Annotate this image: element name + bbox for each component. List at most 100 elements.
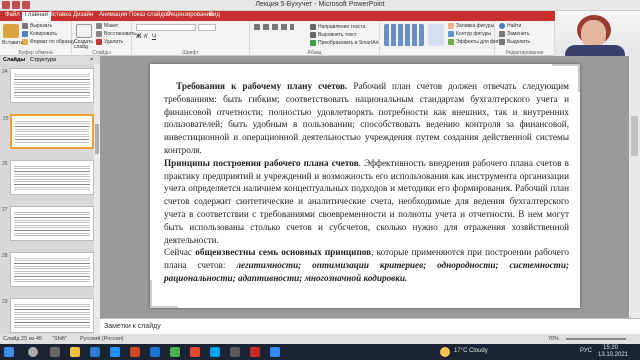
tab-slides[interactable]: Слайды	[3, 57, 25, 63]
search-icon	[499, 23, 505, 29]
search-icon[interactable]	[28, 347, 38, 357]
layout-button[interactable]: Макет	[96, 23, 118, 29]
tab-design[interactable]: Дизайн	[70, 12, 96, 18]
font-size-select[interactable]	[198, 24, 216, 31]
effects-icon	[448, 39, 454, 45]
smartart-button[interactable]: Преобразовать в SmartArt	[310, 40, 379, 46]
close-panel-icon[interactable]: ×	[90, 57, 93, 63]
fill-icon	[448, 23, 454, 29]
zoom-app-icon[interactable]	[270, 347, 280, 357]
underline-button[interactable]: Ч	[152, 34, 156, 40]
drawing-group: Заливка фигуры Контур фигуры Эффекты для…	[380, 21, 504, 56]
clipboard-group: Вырезать Копировать Формат по образцу Вс…	[0, 21, 75, 56]
font-name-select[interactable]	[136, 24, 196, 31]
notes-placeholder: Заметки к слайду	[104, 323, 161, 330]
weather-icon[interactable]	[440, 347, 450, 357]
paste-icon[interactable]	[3, 24, 19, 38]
shapes-gallery[interactable]	[384, 24, 424, 46]
slide-thumbnail[interactable]: 29	[2, 298, 94, 333]
zoom-slider[interactable]	[566, 338, 626, 340]
shape-fill-button[interactable]: Заливка фигуры	[448, 23, 494, 29]
app-icon[interactable]	[190, 347, 200, 357]
taskbar: 17°C Cloudy РУС 15:20 13.10.2021	[0, 344, 640, 360]
mail-icon[interactable]	[90, 347, 100, 357]
replace-icon	[499, 31, 505, 37]
clock-date[interactable]: 13.10.2021	[598, 352, 628, 358]
quick-styles-icon[interactable]	[428, 24, 444, 46]
delete-icon	[96, 39, 102, 45]
presenter-face	[581, 20, 606, 48]
replace-button[interactable]: Заменить	[499, 31, 529, 37]
slide-thumbnail[interactable]: 26	[2, 160, 94, 195]
slides-group: Создать слайд Макет Восстановить Удалить…	[72, 21, 136, 56]
slide-thumbnail[interactable]: 27	[2, 206, 94, 241]
slide-counter: Слайд 25 из 45	[3, 336, 42, 342]
app-icon[interactable]	[210, 347, 220, 357]
shape-outline-button[interactable]: Контур фигуры	[448, 31, 491, 37]
powerpoint-icon[interactable]	[130, 347, 140, 357]
webcam-overlay	[555, 11, 640, 56]
tab-outline[interactable]: Структура	[30, 57, 56, 63]
input-language[interactable]: РУС	[580, 348, 592, 354]
list-buttons[interactable]	[254, 24, 294, 30]
reset-button[interactable]: Восстановить	[96, 31, 136, 37]
layout-icon	[96, 23, 102, 29]
notes-pane[interactable]: Заметки к слайду	[100, 318, 640, 334]
slide-thumbnail-selected[interactable]: 25	[3, 114, 94, 149]
task-view-icon[interactable]	[50, 347, 60, 357]
paragraph-principles: Принципы построения рабочего плана счето…	[164, 157, 569, 245]
word-icon[interactable]	[150, 347, 160, 357]
paragraph-group: Направление текста Выровнять текст Преоб…	[250, 21, 380, 56]
slide-thumbnail[interactable]: 24	[2, 68, 94, 103]
paragraph-seven-principles: Сейчас общеизвестны семь основных принци…	[164, 247, 570, 283]
slide-thumbnail[interactable]: 28	[2, 252, 94, 287]
current-slide[interactable]: Требования к рабочему плану счетов. Рабо…	[150, 64, 580, 308]
scissors-icon	[22, 23, 28, 29]
paragraph-requirements: Требования к рабочему плану счетов. Рабо…	[164, 81, 569, 155]
start-icon[interactable]	[4, 347, 14, 357]
bold-button[interactable]: Ж	[136, 34, 141, 40]
reset-icon	[96, 31, 102, 37]
select-button[interactable]: Выделить	[499, 39, 530, 45]
title-bar: Лекция 5-Бухучет - Microsoft PowerPoint	[0, 0, 640, 11]
copy-icon	[22, 31, 28, 37]
copy-button[interactable]: Копировать	[22, 31, 57, 37]
app-icon[interactable]	[230, 347, 240, 357]
clock-time[interactable]: 15:20	[603, 345, 618, 351]
tab-file[interactable]: Файл	[2, 12, 23, 18]
smartart-icon	[310, 40, 316, 46]
new-slide-button[interactable]: Создать слайд	[74, 40, 96, 50]
chrome-icon[interactable]	[170, 347, 180, 357]
italic-button[interactable]: К	[144, 34, 148, 40]
window-title: Лекция 5-Бухучет - Microsoft PowerPoint	[255, 1, 385, 8]
text-direction-button[interactable]: Направление текста	[310, 24, 365, 30]
language-status[interactable]: Русский (Россия)	[80, 336, 124, 342]
status-bar: Слайд 25 из 45 "Shift" Русский (Россия) …	[0, 334, 640, 344]
new-slide-icon[interactable]	[76, 24, 92, 38]
cut-button[interactable]: Вырезать	[22, 23, 52, 29]
slide-text-box[interactable]: Требования к рабочему плану счетов. Рабо…	[164, 80, 569, 285]
explorer-icon[interactable]	[70, 347, 80, 357]
weather-text[interactable]: 17°C Cloudy	[454, 348, 488, 354]
cursor-icon	[499, 39, 505, 45]
delete-button[interactable]: Удалить	[96, 39, 123, 45]
app-icon[interactable]	[250, 347, 260, 357]
align-text-button[interactable]: Выровнять текст	[310, 32, 357, 38]
paste-button[interactable]: Вставить	[2, 40, 23, 46]
panel-tabs: Слайды Структура ×	[0, 56, 100, 64]
font-group: Ж К Ч Шрифт	[132, 21, 250, 56]
tab-view[interactable]: Вид	[206, 12, 223, 18]
browser-icon[interactable]	[110, 347, 120, 357]
editor-scrollbar[interactable]	[629, 56, 640, 318]
editing-group: Найти Заменить Выделить Редактирование	[495, 21, 555, 56]
find-button[interactable]: Найти	[499, 23, 521, 29]
ribbon: Вырезать Копировать Формат по образцу Вс…	[0, 21, 555, 56]
slide-thumbnails: 24 25 26 27 28 29	[0, 64, 100, 344]
outline-icon	[448, 31, 454, 37]
presenter-body	[565, 45, 625, 56]
align-icon	[310, 32, 316, 38]
slide-editor: Требования к рабочему плану счетов. Рабо…	[100, 56, 629, 318]
theme-name: "Shift"	[52, 336, 67, 342]
zoom-level[interactable]: 70%	[548, 336, 559, 342]
format-painter-button[interactable]: Формат по образцу	[22, 39, 75, 45]
